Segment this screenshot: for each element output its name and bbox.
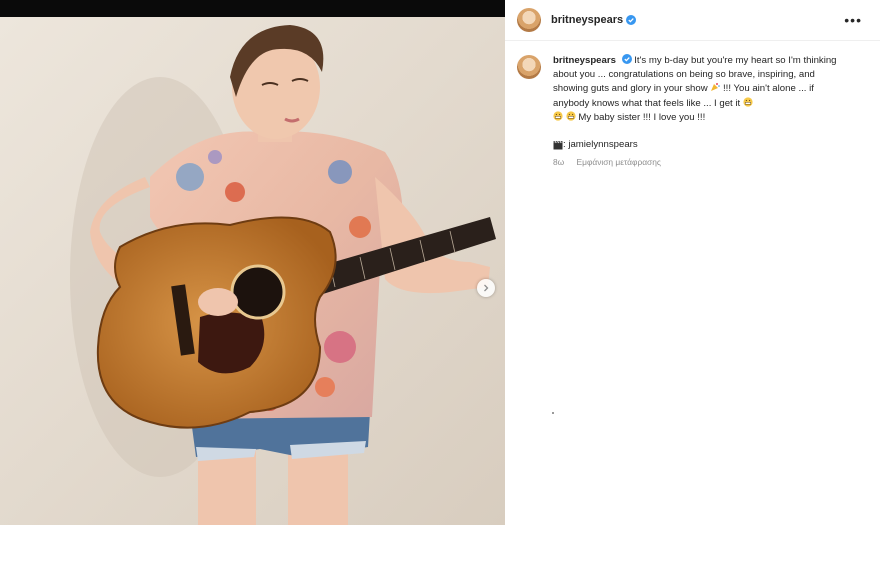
guitar-photo (0, 17, 505, 525)
verified-badge-icon (626, 15, 637, 25)
post-image[interactable] (0, 17, 505, 525)
grimace-emoji-icon (553, 111, 563, 121)
see-translation-link[interactable]: Εμφάνιση μετάφρασης (577, 157, 661, 167)
chevron-right-icon (484, 284, 489, 292)
tagged-account[interactable]: : jamielynnspears (553, 139, 880, 150)
grimace-emoji-icon (566, 111, 576, 121)
top-black-strip (0, 0, 505, 17)
caption-body-3: My baby sister !!! I love you !!! (578, 111, 706, 123)
caption-username[interactable]: britneyspears (553, 55, 616, 66)
verified-badge-icon (621, 54, 632, 64)
caption-avatar[interactable] (517, 55, 541, 79)
post-header: britneyspears ••• (505, 0, 880, 41)
header-username[interactable]: britneyspears (551, 14, 623, 26)
post-sidebar: britneyspears ••• britneyspears It's my … (505, 0, 880, 420)
grimace-emoji-icon (743, 97, 753, 107)
caption-meta: 8ω Εμφάνιση μετάφρασης (553, 157, 880, 167)
time-ago: 8ω (553, 157, 565, 168)
caption-text: britneyspears It's my b-day but you're m… (553, 54, 849, 125)
caption-row: britneyspears It's my b-day but you're m… (505, 41, 880, 125)
clapper-board-icon (553, 140, 563, 150)
more-options-button[interactable]: ••• (844, 12, 862, 28)
tag-text[interactable]: : jamielynnspears (563, 139, 638, 150)
avatar[interactable] (517, 8, 541, 32)
party-popper-icon (711, 83, 721, 92)
divider-dot (552, 412, 554, 414)
carousel-next-button[interactable] (477, 279, 495, 297)
